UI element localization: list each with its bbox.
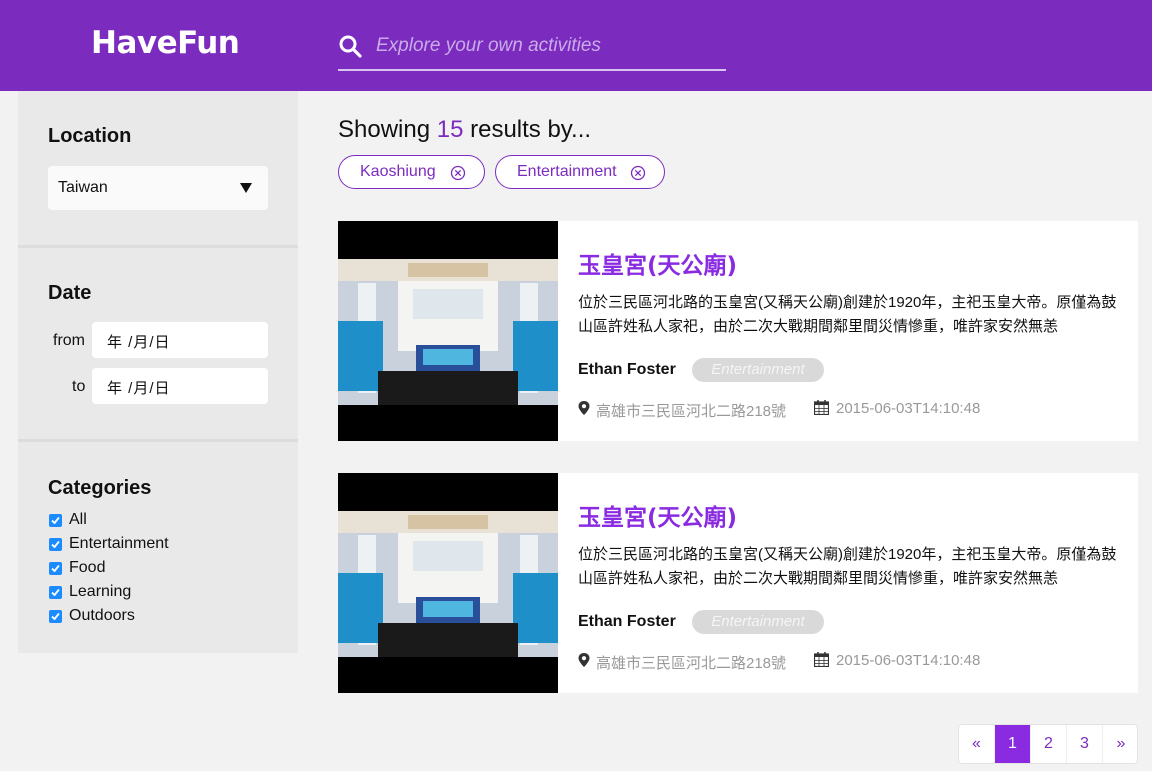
results-suffix: results by... bbox=[463, 116, 592, 143]
activity-author: Ethan Foster bbox=[578, 613, 676, 630]
category-tag: Entertainment bbox=[692, 358, 824, 382]
search-bar bbox=[338, 28, 726, 71]
location-selected-value: Taiwan bbox=[58, 179, 108, 196]
remove-filter-icon[interactable] bbox=[450, 165, 466, 181]
date-to-input[interactable]: 年 /月/日 bbox=[92, 368, 268, 404]
chip-label: Kaoshiung bbox=[360, 163, 436, 180]
logo[interactable]: HaveFun bbox=[91, 25, 240, 61]
pagination-page-3[interactable]: 3 bbox=[1067, 725, 1103, 763]
checkbox-checked[interactable] bbox=[49, 562, 62, 575]
activity-card[interactable]: 玉皇宮(天公廟) 位於三民區河北路的玉皇宮(又稱天公廟)創建於1920年，主祀玉… bbox=[338, 473, 1138, 693]
search-input[interactable] bbox=[376, 30, 716, 62]
date-from-label: from bbox=[53, 332, 85, 349]
location-title: Location bbox=[48, 125, 132, 147]
divider bbox=[18, 439, 298, 442]
date-from-input[interactable]: 年 /月/日 bbox=[92, 322, 268, 358]
activity-description: 位於三民區河北路的玉皇宮(又稱天公廟)創建於1920年，主祀玉皇大帝。原僅為鼓山… bbox=[578, 546, 1117, 587]
pagination: « 1 2 3 » bbox=[958, 724, 1138, 764]
checkbox-checked[interactable] bbox=[49, 586, 62, 599]
activity-author: Ethan Foster bbox=[578, 361, 676, 378]
activity-title[interactable]: 玉皇宮(天公廟) bbox=[578, 498, 737, 532]
activity-datetime: 2015-06-03T14:10:48 bbox=[836, 400, 981, 417]
pagination-page-1[interactable]: 1 bbox=[995, 725, 1031, 763]
results-count: 15 bbox=[436, 116, 464, 143]
pagination-prev-button[interactable]: « bbox=[959, 725, 995, 763]
checkbox-checked[interactable] bbox=[49, 610, 62, 623]
activity-datetime: 2015-06-03T14:10:48 bbox=[836, 652, 981, 669]
map-pin-icon bbox=[578, 401, 590, 415]
remove-filter-icon[interactable] bbox=[630, 165, 646, 181]
categories-title: Categories bbox=[48, 477, 152, 499]
divider bbox=[18, 245, 298, 248]
date-to-value: 年 /月/日 bbox=[107, 380, 171, 397]
checkbox-checked[interactable] bbox=[49, 514, 62, 527]
category-label: Entertainment bbox=[69, 535, 169, 552]
filter-chip-kaoshiung: Kaoshiung bbox=[338, 155, 485, 189]
category-label: Learning bbox=[69, 583, 132, 600]
chip-label: Entertainment bbox=[517, 163, 617, 180]
results-prefix: Showing bbox=[338, 116, 437, 143]
checkbox-checked[interactable] bbox=[49, 538, 62, 551]
date-to-label: to bbox=[72, 378, 86, 395]
search-icon[interactable] bbox=[338, 34, 362, 58]
category-tag: Entertainment bbox=[692, 610, 824, 634]
date-title: Date bbox=[48, 282, 92, 304]
activity-description: 位於三民區河北路的玉皇宮(又稱天公廟)創建於1920年，主祀玉皇大帝。原僅為鼓山… bbox=[578, 294, 1117, 335]
activity-address: 高雄市三民區河北二路218號 bbox=[596, 403, 787, 420]
activity-thumbnail[interactable] bbox=[338, 221, 558, 441]
results-heading: Showing 15 results by... bbox=[338, 116, 591, 144]
category-label: All bbox=[69, 511, 87, 528]
filter-sidebar: Location Taiwan Date from 年 /月/日 to 年 /月… bbox=[18, 91, 298, 653]
activity-card[interactable]: 玉皇宮(天公廟) 位於三民區河北路的玉皇宮(又稱天公廟)創建於1920年，主祀玉… bbox=[338, 221, 1138, 441]
calendar-icon bbox=[814, 652, 829, 667]
category-label: Outdoors bbox=[69, 607, 135, 624]
activity-address: 高雄市三民區河北二路218號 bbox=[596, 655, 787, 672]
pagination-next-button[interactable]: » bbox=[1103, 725, 1137, 763]
calendar-icon bbox=[814, 400, 829, 415]
category-label: Food bbox=[69, 559, 106, 576]
pagination-page-2[interactable]: 2 bbox=[1031, 725, 1067, 763]
top-header: HaveFun bbox=[0, 0, 1152, 91]
map-pin-icon bbox=[578, 653, 590, 667]
filter-chip-entertainment: Entertainment bbox=[495, 155, 665, 189]
location-select[interactable]: Taiwan bbox=[48, 166, 268, 210]
date-from-value: 年 /月/日 bbox=[107, 334, 171, 351]
activity-title[interactable]: 玉皇宮(天公廟) bbox=[578, 246, 737, 280]
chevron-down-icon bbox=[240, 183, 252, 193]
activity-thumbnail[interactable] bbox=[338, 473, 558, 693]
